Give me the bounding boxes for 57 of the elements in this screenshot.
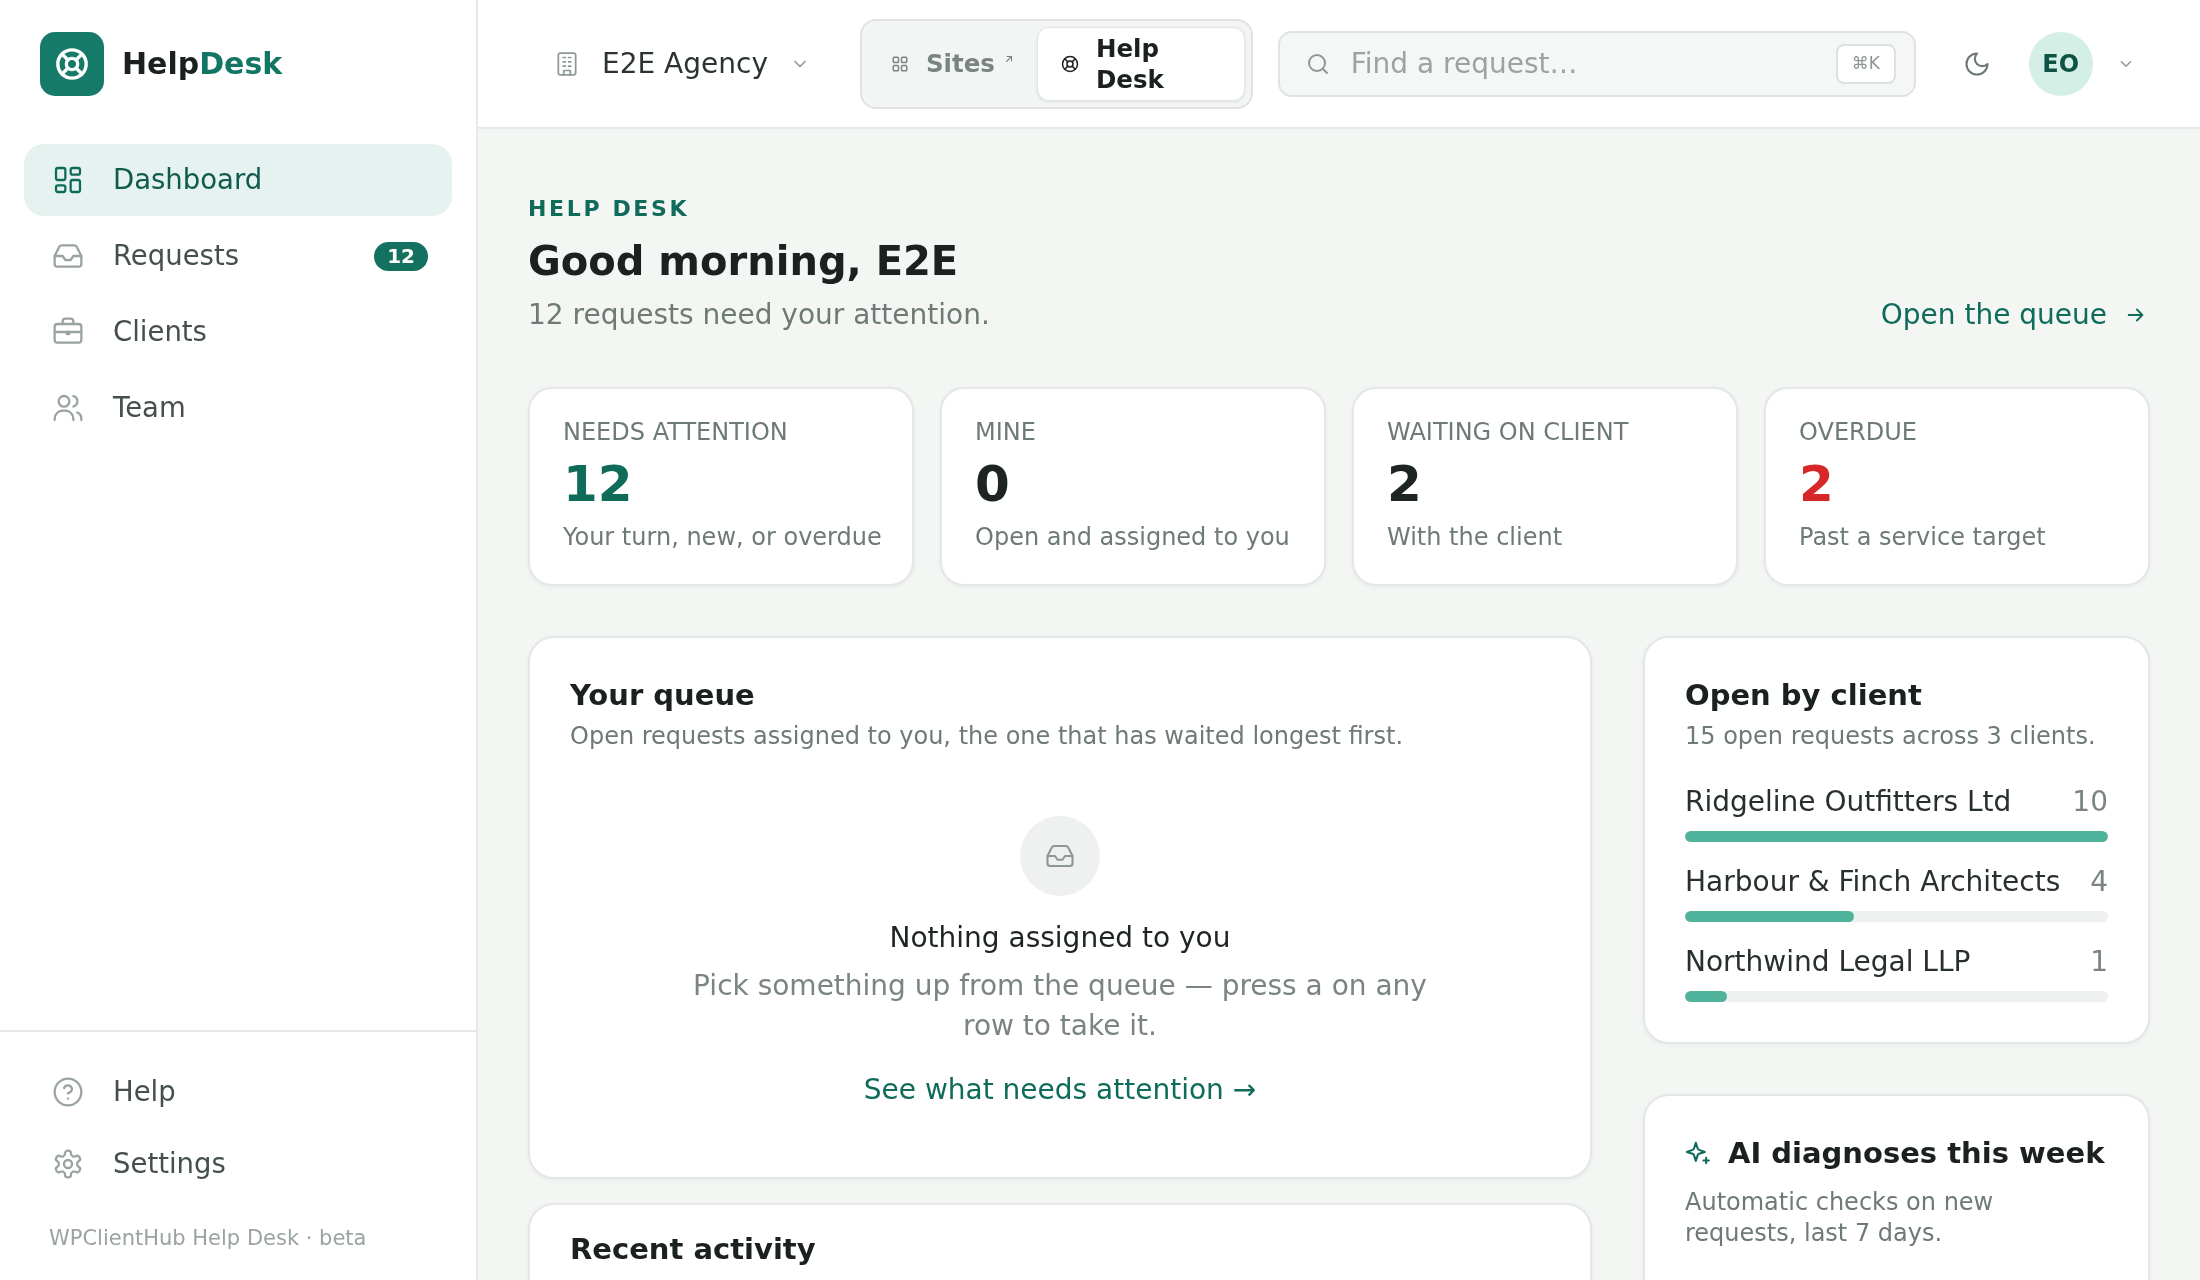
stat-note: Open and assigned to you [975, 522, 1291, 553]
count-badge: 12 [374, 241, 428, 271]
brand-name: HelpDesk [122, 45, 283, 83]
client-name: Ridgeline Outfitters Ltd [1685, 784, 2012, 820]
client-name: Harbour & Finch Architects [1685, 864, 2061, 900]
nav-item[interactable]: Dashboard [24, 144, 452, 216]
lifebuoy-icon [1060, 54, 1079, 73]
card-subtitle: Automatic checks on new requests, last 7 days. [1685, 1187, 1995, 1249]
client-count: 4 [2090, 864, 2108, 900]
stat-value: 0 [975, 455, 1011, 513]
empty-message: Pick something up from the queue — press a on any row to take it. [692, 968, 1428, 1044]
nav-item[interactable]: Help [24, 1056, 452, 1128]
client-count: 1 [2090, 944, 2108, 980]
settings-icon [52, 1148, 84, 1180]
stat-note: Past a service target [1799, 522, 2047, 553]
stat-value: 2 [1799, 455, 1835, 513]
card-subtitle: 15 open requests across 3 clients. [1685, 721, 2097, 752]
shortcut-hint: ⌘K [1835, 43, 1896, 84]
nav-item[interactable]: Clients [24, 296, 452, 368]
card-title: Your queue [570, 677, 756, 714]
stat-label: OVERDUE [1799, 417, 1918, 447]
footer-text: WPClientHub Help Desk · beta [49, 1225, 368, 1252]
layout-grid-icon [52, 164, 84, 196]
card-title: AI diagnoses this week [1728, 1135, 2105, 1172]
inbox-icon [1020, 816, 1100, 896]
open-queue-link[interactable]: Open the queue [1880, 297, 2147, 333]
avatar[interactable]: EO [2028, 31, 2093, 96]
logo-icon [40, 32, 104, 96]
building-icon [554, 50, 580, 77]
search-icon [1305, 51, 1330, 76]
page-title: Good morning, E2E [528, 237, 960, 285]
nav-item[interactable]: Team [24, 372, 452, 444]
sparkle-icon [1685, 1140, 1711, 1166]
switch-tab[interactable]: Help Desk [1036, 26, 1245, 101]
nav-item[interactable]: Requests 12 [24, 220, 452, 292]
stat-note: With the client [1387, 522, 1564, 553]
moon-icon[interactable] [1962, 49, 1991, 78]
stat-label: WAITING ON CLIENT [1387, 417, 1630, 447]
empty-title: Nothing assigned to you [888, 920, 1232, 956]
help-icon [52, 1076, 84, 1108]
card-title: Recent activity [570, 1231, 817, 1267]
stat-label: MINE [975, 417, 1037, 447]
attention-link[interactable]: See what needs attention → [863, 1070, 1257, 1110]
page-subtitle: 12 requests need your attention. [528, 297, 990, 333]
grid-icon [890, 54, 909, 73]
people-icon [52, 392, 84, 424]
card-title: Open by client [1685, 677, 1923, 714]
org-switcher[interactable]: E2E Agency [554, 42, 810, 85]
stat-note: Your turn, new, or overdue [563, 522, 883, 553]
stat-label: NEEDS ATTENTION [563, 417, 789, 447]
eyebrow-label: HELP DESK [528, 196, 691, 222]
stat-value: 12 [563, 455, 634, 513]
client-count: 10 [2072, 784, 2108, 820]
card-subtitle: Open requests assigned to you, the one that has waited longest first. [570, 721, 1405, 752]
nav-item[interactable]: Settings [24, 1128, 452, 1200]
client-name: Northwind Legal LLP [1685, 944, 1971, 980]
stat-value: 2 [1387, 455, 1423, 513]
